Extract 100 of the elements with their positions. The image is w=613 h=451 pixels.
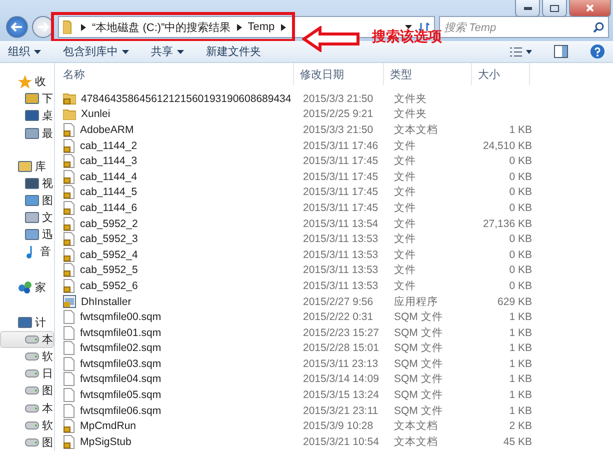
file-row[interactable]: AdobeARM 2015/3/3 21:50 文本文档 1 KB <box>55 122 613 138</box>
file-row[interactable]: cab_1144_6 2015/3/11 17:45 文件 0 KB <box>55 200 613 216</box>
star-icon <box>18 74 32 89</box>
file-size: 24,510 KB <box>482 140 533 152</box>
sidebar-item[interactable]: 收 <box>0 73 54 90</box>
file-name: fwtsqmfile06.sqm <box>80 404 162 417</box>
sidebar-item[interactable]: 视 <box>0 174 54 192</box>
sidebar-item[interactable]: 文 <box>0 209 54 226</box>
sidebar-item[interactable]: 本 <box>0 400 54 417</box>
file-name: cab_5952_4 <box>80 248 138 261</box>
sidebar-label: 最 <box>42 126 53 141</box>
sidebar-item[interactable]: 桌 <box>0 107 54 124</box>
file-type: 文件 <box>393 170 417 184</box>
application-icon <box>63 295 76 308</box>
file-row[interactable]: cab_1144_4 2015/3/11 17:45 文件 0 KB <box>55 168 613 185</box>
sidebar-label: 图 <box>42 436 53 450</box>
sidebar-item[interactable]: 下 <box>0 90 54 108</box>
file-type: 应用程序 <box>393 294 439 309</box>
sidebar-item[interactable]: 计 <box>0 314 54 331</box>
file-name: cab_1144_5 <box>80 186 138 198</box>
sidebar-label: 图 <box>42 194 53 208</box>
file-type: SQM 文件 <box>393 326 444 340</box>
file-size: 629 KB <box>496 296 533 308</box>
dropdown-icon <box>34 50 41 54</box>
file-row[interactable]: DhInstaller 2015/2/27 9:56 应用程序 629 KB <box>55 294 613 310</box>
file-row[interactable]: fwtsqmfile04.sqm 2015/3/14 14:09 SQM 文件 1 KB <box>55 372 613 388</box>
sidebar-item[interactable]: 音 <box>0 243 54 261</box>
file-name: cab_5952_2 <box>80 218 138 230</box>
toolbar-button[interactable]: 新建文件夹 <box>206 44 261 59</box>
drive-icon <box>25 386 39 396</box>
sidebar-item[interactable]: 迅 <box>0 226 54 244</box>
file-name: fwtsqmfile02.sqm <box>80 342 162 354</box>
file-row[interactable]: fwtsqmfile05.sqm 2015/3/15 13:24 SQM 文件 1 KB <box>55 387 613 403</box>
toolbar-button[interactable]: 组织 <box>8 44 41 59</box>
file-row[interactable]: fwtsqmfile06.sqm 2015/3/21 23:11 SQM 文件 1 KB <box>55 402 613 418</box>
file-size: 2 KB <box>508 420 533 432</box>
forward-arrow-icon <box>37 22 49 32</box>
file-type: 文件 <box>393 138 417 153</box>
file-name: MpSigStub <box>80 436 132 448</box>
sidebar-label: 下 <box>42 92 53 106</box>
breadcrumb[interactable]: Temp <box>248 21 275 33</box>
file-row[interactable]: cab_5952_2 2015/3/11 13:54 文件 27,136 KB <box>55 216 613 232</box>
file-row[interactable]: cab_1144_2 2015/3/11 17:46 文件 24,510 KB <box>55 138 613 154</box>
locked-file-icon <box>63 434 75 449</box>
column-header[interactable]: 大小 <box>472 63 530 85</box>
file-row[interactable]: fwtsqmfile03.sqm 2015/3/11 23:13 SQM 文件 1 KB <box>55 356 613 372</box>
toolbar-button[interactable]: 共享 <box>151 44 184 59</box>
maximize-button[interactable] <box>542 0 567 17</box>
sidebar-item[interactable]: 本 <box>0 330 54 348</box>
file-row[interactable]: fwtsqmfile01.sqm 2015/2/23 15:27 SQM 文件 1 KB <box>55 324 613 340</box>
sidebar-item[interactable]: 日 <box>0 365 54 382</box>
breadcrumb[interactable]: “本地磁盘 (C:)”中的搜索结果 <box>92 20 231 34</box>
modified-date: 2015/3/11 17:45 <box>302 186 380 198</box>
file-type: SQM 文件 <box>393 356 444 371</box>
sidebar-label: 桌 <box>42 108 53 124</box>
minimize-button[interactable] <box>515 0 540 17</box>
help-icon <box>590 44 605 59</box>
file-row[interactable]: cab_5952_5 2015/3/11 13:53 文件 0 KB <box>55 262 613 278</box>
file-row[interactable]: cab_5952_3 2015/3/11 13:53 文件 0 KB <box>55 231 613 247</box>
file-size: 1 KB <box>508 373 533 386</box>
sidebar-label: 视 <box>42 176 53 191</box>
file-type: 文件 <box>393 278 417 293</box>
locked-file-icon <box>63 263 75 278</box>
file-name: cab_5952_3 <box>80 233 138 246</box>
back-button[interactable] <box>6 16 28 38</box>
modified-date: 2015/3/11 23:13 <box>302 358 380 370</box>
file-row[interactable]: MpSigStub 2015/3/21 10:54 文本文档 45 KB <box>55 434 613 450</box>
file-row[interactable]: cab_1144_5 2015/3/11 17:45 文件 0 KB <box>55 184 613 200</box>
sidebar-item[interactable]: 最 <box>0 124 54 142</box>
dropdown-icon <box>405 25 412 29</box>
column-header[interactable]: 修改日期 <box>294 63 384 85</box>
file-type: 文件 <box>393 248 417 262</box>
file-row[interactable]: cab_5952_4 2015/3/11 13:53 文件 0 KB <box>55 246 613 263</box>
sidebar-item[interactable]: 库 <box>0 158 54 175</box>
column-header[interactable]: 类型 <box>384 63 472 85</box>
locked-file-icon <box>63 200 75 215</box>
sidebar-item[interactable]: 图 <box>0 434 54 451</box>
file-size: 0 KB <box>508 264 533 276</box>
file-type: SQM 文件 <box>393 310 444 324</box>
chevron-icon <box>81 24 86 30</box>
sidebar-item[interactable]: 图 <box>0 192 54 210</box>
modified-date: 2015/3/11 13:54 <box>302 218 380 230</box>
file-size: 0 KB <box>508 170 533 183</box>
file-type: 文件 <box>393 216 417 231</box>
sidebar-item[interactable]: 软 <box>0 416 54 434</box>
file-row[interactable]: Xunlei 2015/2/25 9:21 文件夹 <box>55 106 613 122</box>
column-header[interactable]: 名称 <box>57 63 294 85</box>
file-row[interactable]: cab_1144_3 2015/3/11 17:45 文件 0 KB <box>55 153 613 169</box>
file-size: 1 KB <box>508 342 533 354</box>
file-row[interactable]: fwtsqmfile00.sqm 2015/2/22 0:31 SQM 文件 1 KB <box>55 309 613 325</box>
toolbar-button[interactable]: 包含到库中 <box>63 44 129 59</box>
file-row[interactable]: cab_5952_6 2015/3/11 13:53 文件 0 KB <box>55 278 613 294</box>
sidebar-item[interactable]: 家 <box>0 278 54 296</box>
sidebar-item[interactable]: 软 <box>0 348 54 366</box>
close-button[interactable] <box>569 0 611 17</box>
file-row[interactable]: 478464358645612121560193190608689434 2015/3/3 21:50 文件夹 <box>55 91 613 107</box>
file-row[interactable]: fwtsqmfile02.sqm 2015/2/28 15:01 SQM 文件 1 KB <box>55 340 613 356</box>
locked-file-icon <box>63 138 75 153</box>
sidebar-item[interactable]: 图 <box>0 382 54 400</box>
file-row[interactable]: MpCmdRun 2015/3/9 10:28 文本文档 2 KB <box>55 418 613 434</box>
